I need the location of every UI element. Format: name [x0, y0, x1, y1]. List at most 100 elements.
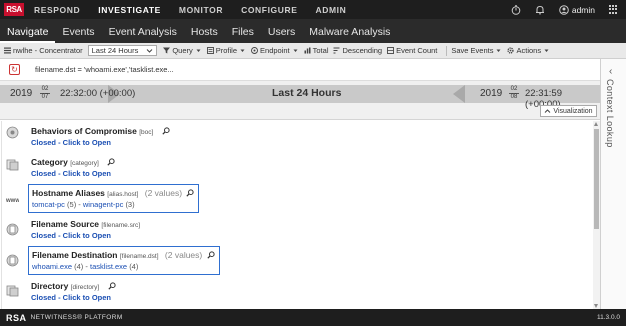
scroll-up-arrow[interactable]: [594, 122, 598, 126]
tab-navigate[interactable]: Navigate: [0, 26, 56, 43]
query-text[interactable]: filename.dst = 'whoami.exe','tasklist.ex…: [35, 65, 174, 74]
save-events-button[interactable]: Save Events: [451, 46, 502, 55]
meta-values: tomcat-pc (5) - winagent-pc (3): [32, 200, 135, 209]
visualization-button[interactable]: Visualization: [540, 105, 597, 117]
closed-click-to-open-link[interactable]: Closed - Click to Open: [31, 138, 170, 147]
scroll-down-arrow[interactable]: [594, 304, 598, 308]
start-month: 02: [41, 86, 49, 92]
meta-group-title: Hostname Aliases [alias.host] (2 values): [32, 188, 195, 198]
apps-grid-icon[interactable]: [609, 5, 618, 14]
query-button[interactable]: Query: [163, 46, 201, 55]
directory-icon: [6, 285, 19, 297]
start-time: 22:32:00 (+00:00): [60, 88, 136, 99]
meta-group-title: Filename Destination [filename.dst] (2 v…: [32, 250, 215, 260]
search-icon[interactable]: [108, 282, 116, 290]
timer-icon[interactable]: [511, 4, 521, 15]
total-label: Total: [312, 46, 329, 55]
refresh-icon[interactable]: ↻: [9, 64, 20, 75]
top-nav-admin[interactable]: ADMIN: [316, 5, 347, 15]
user-name: admin: [571, 4, 595, 15]
chevron-left-icon[interactable]: ‹: [609, 66, 612, 77]
meta-values: whoami.exe (4) - tasklist.exe (4): [32, 262, 139, 271]
visualization-label: Visualization: [553, 107, 593, 115]
meta-value-count: (5): [67, 200, 77, 209]
scrollbar[interactable]: [593, 121, 600, 309]
meta-value-link[interactable]: winagent-pc: [83, 200, 123, 209]
meta-key: [filename.src]: [101, 222, 141, 229]
top-nav-monitor[interactable]: MONITOR: [179, 5, 223, 15]
svg-text:www: www: [6, 198, 19, 204]
time-range-select[interactable]: Last 24 Hours: [87, 45, 158, 56]
endpoint-label: Endpoint: [260, 46, 290, 55]
profile-label: Profile: [215, 46, 238, 55]
meta-group-title: Category [category]: [31, 157, 115, 167]
meta-value-link[interactable]: whoami.exe: [32, 262, 72, 271]
meta-group-filename-source: Filename Source [filename.src] Closed - …: [31, 219, 140, 240]
search-icon[interactable]: [107, 158, 115, 166]
timeline-end-arrow: [453, 85, 465, 103]
actions-label: Actions: [516, 46, 542, 55]
end-year: 2019: [480, 88, 503, 99]
meta-group-category: Category [category] Closed - Click to Op…: [31, 157, 115, 178]
service-label: nwlhe - Concentrator: [13, 46, 83, 55]
profile-icon: [206, 47, 214, 54]
start-year: 2019: [10, 88, 33, 99]
profile-button[interactable]: Profile: [206, 46, 246, 55]
www-icon: www: [6, 198, 19, 204]
meta-value-count: (4): [74, 262, 84, 271]
meta-value-link[interactable]: tomcat-pc: [32, 200, 65, 209]
total-button[interactable]: Total: [304, 46, 329, 55]
sort-descending-icon: [333, 47, 340, 54]
closed-click-to-open-link[interactable]: Closed - Click to Open: [31, 293, 116, 302]
query-label: Query: [172, 46, 193, 55]
search-icon[interactable]: [186, 189, 195, 197]
closed-click-to-open-link[interactable]: Closed - Click to Open: [31, 231, 140, 240]
user-menu[interactable]: admin: [559, 5, 595, 15]
meta-key: [directory]: [70, 284, 100, 291]
tab-hosts[interactable]: Hosts: [184, 26, 225, 43]
top-nav-investigate[interactable]: INVESTIGATE: [98, 5, 161, 15]
closed-click-to-open-link[interactable]: Closed - Click to Open: [31, 169, 115, 178]
tab-event-analysis[interactable]: Event Analysis: [102, 26, 184, 43]
context-lookup-panel[interactable]: ‹ Context Lookup: [600, 59, 626, 309]
toolbar-divider: [446, 45, 448, 56]
content-divider: [1, 121, 2, 309]
tab-users[interactable]: Users: [261, 26, 302, 43]
scroll-thumb[interactable]: [594, 129, 599, 229]
footer: RSA NETWITNESS® PLATFORM 11.3.0.0: [0, 309, 626, 326]
value-count: (2 values): [144, 188, 183, 198]
count-icon: [387, 47, 395, 54]
time-range-label: Last 24 Hours: [272, 87, 342, 99]
file-icon: [6, 254, 19, 267]
top-nav: RESPOND INVESTIGATE MONITOR CONFIGURE AD…: [34, 5, 364, 15]
top-nav-configure[interactable]: CONFIGURE: [241, 5, 297, 15]
tab-files[interactable]: Files: [225, 26, 261, 43]
chevron-down-icon: [146, 49, 153, 53]
meta-group-boc: Behaviors of Compromise [boc] Closed - C…: [31, 126, 170, 147]
endpoint-button[interactable]: Endpoint: [251, 46, 299, 55]
meta-group-title: Directory [directory]: [31, 281, 116, 291]
context-lookup-label: Context Lookup: [605, 79, 615, 148]
sub-nav: Navigate Events Event Analysis Hosts Fil…: [0, 19, 626, 43]
behaviors-icon: [6, 126, 19, 139]
top-nav-respond[interactable]: RESPOND: [34, 5, 80, 15]
event-count-button[interactable]: Event Count: [387, 46, 437, 55]
search-icon[interactable]: [162, 127, 170, 135]
meta-key: [category]: [70, 160, 99, 167]
meta-group-title: Filename Source [filename.src]: [31, 219, 141, 229]
actions-button[interactable]: Actions: [507, 46, 550, 55]
time-range-value: Last 24 Hours: [91, 46, 139, 55]
tab-events[interactable]: Events: [55, 26, 101, 43]
bell-icon[interactable]: [535, 5, 545, 15]
rsa-logo[interactable]: RSA: [4, 3, 24, 16]
search-icon[interactable]: [207, 251, 215, 259]
meta-value-count: (3): [125, 200, 135, 209]
descending-button[interactable]: Descending: [333, 46, 382, 55]
tab-malware-analysis[interactable]: Malware Analysis: [302, 26, 397, 43]
event-count-label: Event Count: [396, 46, 438, 55]
list-icon: [4, 47, 11, 54]
meta-group-title: Behaviors of Compromise [boc]: [31, 126, 170, 136]
meta-value-link[interactable]: tasklist.exe: [90, 262, 127, 271]
service-selector[interactable]: nwlhe - Concentrator: [4, 46, 83, 55]
end-month: 02: [510, 86, 518, 92]
